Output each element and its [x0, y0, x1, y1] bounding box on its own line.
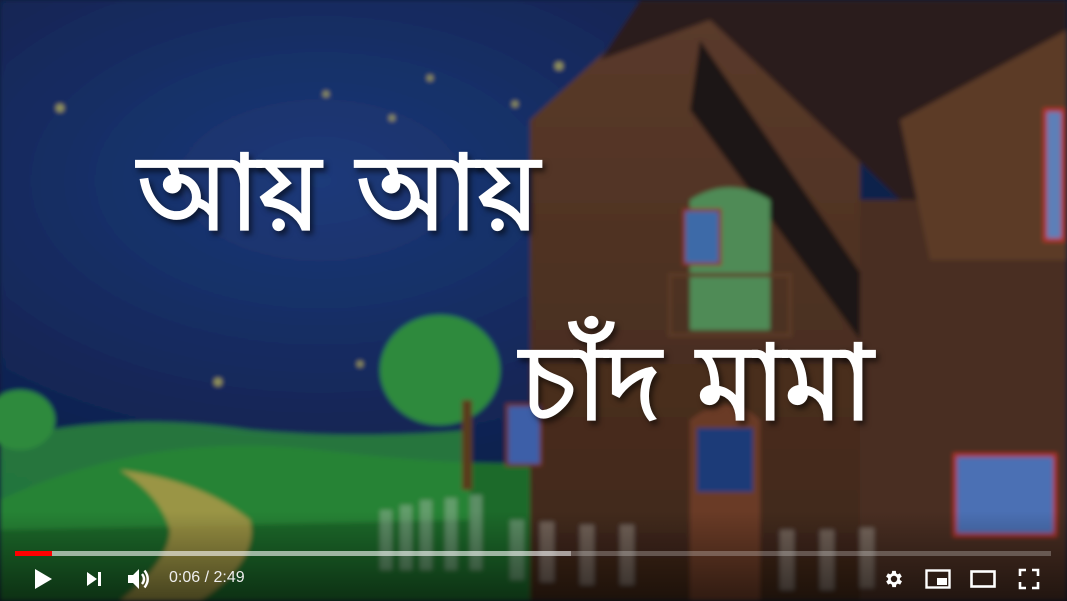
settings-button[interactable] [877, 563, 911, 595]
volume-icon [128, 569, 149, 589]
play-icon [35, 569, 52, 589]
mute-button[interactable] [122, 563, 156, 595]
progress-buffered [15, 551, 572, 556]
next-button[interactable] [78, 563, 110, 595]
video-title-line-1: আয় আয় [138, 132, 540, 254]
progress-played [15, 551, 53, 556]
video-player[interactable]: আয় আয় চাঁদ মামা 0:06 / 2:49 [0, 0, 1067, 601]
theater-mode-button[interactable] [966, 563, 1000, 595]
fullscreen-icon [1018, 568, 1040, 590]
video-title-line-2: চাঁদ মামা [520, 322, 873, 444]
time-display: 0:06 / 2:49 [169, 567, 245, 589]
progress-bar[interactable] [15, 551, 1051, 556]
play-button[interactable] [27, 563, 59, 595]
miniplayer-icon [925, 569, 951, 589]
miniplayer-button[interactable] [921, 563, 955, 595]
next-icon [87, 572, 101, 586]
current-time: 0:06 [169, 569, 201, 586]
theater-mode-icon [970, 570, 996, 588]
fullscreen-button[interactable] [1012, 563, 1046, 595]
gear-icon [886, 570, 902, 588]
duration: 2:49 [213, 569, 245, 586]
time-separator: / [200, 569, 214, 586]
